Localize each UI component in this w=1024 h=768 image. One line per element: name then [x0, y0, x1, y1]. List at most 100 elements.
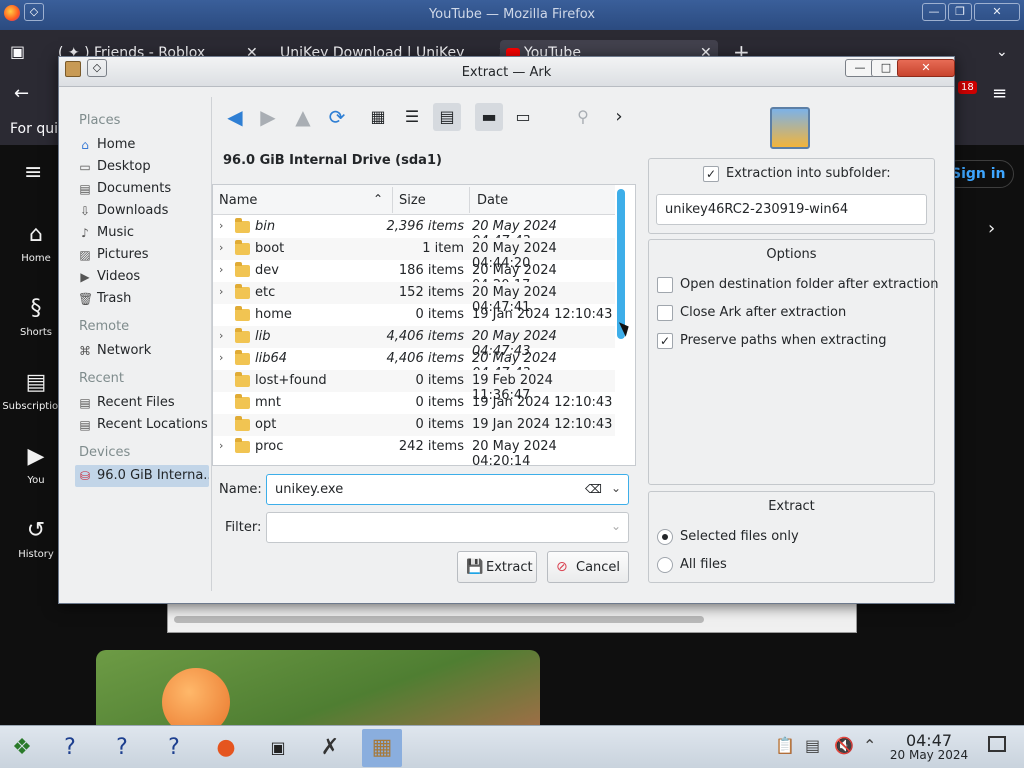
place-network[interactable]: ⌘ Network — [75, 340, 209, 362]
cancel-button[interactable]: ⊘ Cancel — [547, 551, 629, 583]
preview-icon[interactable]: ▬ — [475, 103, 503, 131]
file-row[interactable]: ›bin2,396 items20 May 2024 04:47:43 — [213, 216, 615, 249]
expand-icon[interactable]: › — [219, 241, 223, 254]
file-row[interactable]: mnt 0 items 19 Jan 2024 12:10:43 — [213, 392, 615, 414]
notes-icon[interactable]: ▤ — [805, 736, 820, 755]
place-downloads[interactable]: ⇩ Downloads — [75, 200, 209, 222]
chevron-up-icon[interactable]: ⌃ — [863, 736, 876, 755]
expand-icon[interactable]: › — [219, 219, 223, 232]
filter-input[interactable]: ⌄ — [266, 512, 629, 543]
ark-task-icon[interactable]: ▦ — [362, 729, 402, 767]
place-documents[interactable]: ▤ Documents — [75, 178, 209, 200]
close-ark-checkbox[interactable] — [657, 305, 673, 321]
file-row[interactable]: lost+found 0 items 19 Feb 2024 11:36:47 — [213, 370, 615, 403]
detail-view-icon[interactable]: ▤ — [433, 103, 461, 131]
place-videos[interactable]: ▶ Videos — [75, 266, 209, 288]
firefox-task-icon[interactable]: ● — [206, 729, 246, 767]
expand-icon[interactable]: › — [219, 351, 223, 364]
file-row[interactable]: › proc 242 items 20 May 2024 04:20:14 — [213, 436, 615, 465]
zoom-icon[interactable]: ⚲ — [569, 103, 597, 131]
sort-ascending-icon[interactable]: ⌃ — [373, 192, 383, 206]
ark-archive-icon — [770, 107, 810, 149]
xfce-task-icon[interactable]: ✗ — [310, 729, 350, 767]
place-home[interactable]: ⌂ Home — [75, 134, 209, 156]
help-app-icon[interactable]: ? — [154, 729, 194, 767]
chevron-down-icon[interactable]: ⌄ — [611, 481, 621, 495]
open-destination-checkbox[interactable] — [657, 277, 673, 293]
show-desktop-icon[interactable] — [988, 736, 1006, 752]
maximize-button[interactable]: ❐ — [948, 3, 972, 21]
chevron-right-icon[interactable]: › — [988, 218, 995, 239]
reload-icon[interactable]: ⟳ — [323, 103, 351, 131]
panel-icon[interactable]: ▭ — [509, 103, 537, 131]
back-icon[interactable]: ◀ — [221, 103, 249, 131]
expand-icon[interactable]: › — [219, 439, 223, 452]
chevron-down-icon[interactable]: ⌄ — [996, 44, 1008, 60]
preserve-paths-checkbox[interactable]: ✓ — [657, 333, 673, 349]
videos-icon: ▶ — [80, 270, 90, 284]
chevron-right-icon[interactable]: › — [605, 103, 633, 131]
name-label: Name: — [219, 482, 262, 497]
place-recent-files[interactable]: ▤ Recent Files — [75, 392, 209, 414]
file-row[interactable]: ›lib644,406 items20 May 2024 04:47:43 — [213, 348, 615, 381]
place-desktop[interactable]: ▭ Desktop — [75, 156, 209, 178]
minimize-button[interactable]: — — [922, 3, 946, 21]
menu-icon[interactable]: ≡ — [992, 83, 1007, 104]
file-row[interactable]: › etc 152 items 20 May 2024 04:47:41 — [213, 282, 615, 315]
place-internal-drive-label: 96.0 GiB Interna... — [97, 468, 209, 483]
volume-muted-icon[interactable]: 🔇 — [834, 736, 854, 755]
column-divider[interactable] — [392, 187, 393, 213]
hamburger-menu-icon[interactable]: ≡ — [24, 160, 42, 185]
help-app-icon[interactable]: ? — [102, 729, 142, 767]
expand-icon[interactable]: › — [219, 329, 223, 342]
chevron-down-icon[interactable]: ⌄ — [611, 519, 621, 533]
clock-date[interactable]: 20 May 2024 — [880, 748, 978, 762]
forward-icon[interactable]: ▶ — [254, 103, 282, 131]
clipboard-icon[interactable]: 📋 — [775, 736, 795, 755]
place-internal-drive[interactable]: ⛁ 96.0 GiB Interna... — [75, 465, 209, 487]
drive-icon: ⛁ — [79, 469, 91, 483]
extract-button[interactable]: 💾 Extract — [457, 551, 537, 583]
back-icon[interactable]: ← — [14, 83, 29, 104]
tab-overview-icon[interactable]: ▣ — [10, 42, 25, 61]
place-music[interactable]: ♪ Music — [75, 222, 209, 244]
file-name-input[interactable]: unikey.exe ⌫ ⌄ — [266, 474, 629, 505]
terminal-task-icon[interactable]: ▣ — [258, 729, 298, 767]
file-name: lib — [255, 329, 271, 344]
column-size[interactable]: Size — [399, 193, 426, 208]
place-recent-locations[interactable]: ▤ Recent Locations — [75, 414, 209, 436]
file-name: mnt — [255, 395, 281, 410]
subfolder-input[interactable]: unikey46RC2-230919-win64 — [656, 194, 927, 225]
column-date[interactable]: Date — [477, 193, 508, 208]
close-button[interactable]: ✕ — [974, 3, 1020, 21]
clear-text-icon[interactable]: ⌫ — [585, 482, 602, 496]
extract-mode-title: Extract — [768, 499, 815, 514]
selected-files-only-radio[interactable] — [657, 529, 673, 545]
file-row[interactable]: › lib 4,406 items 20 May 2024 04:47:43 — [213, 326, 615, 359]
file-size: 1 item — [422, 241, 464, 256]
file-row[interactable]: › boot 1 item 20 May 2024 04:44:20 — [213, 238, 615, 271]
icon-view-icon[interactable]: ▦ — [364, 103, 392, 131]
expand-icon[interactable]: › — [219, 263, 223, 276]
place-pictures[interactable]: ▨ Pictures — [75, 244, 209, 266]
start-menu-icon[interactable]: ❖ — [2, 729, 42, 767]
extract-into-subfolder-checkbox[interactable]: ✓ — [703, 166, 719, 182]
place-trash[interactable]: 🗑 Trash — [75, 288, 209, 310]
up-icon[interactable]: ▲ — [289, 103, 317, 131]
filter-label: Filter: — [225, 520, 262, 535]
file-list-scrollbar[interactable] — [617, 189, 625, 339]
file-row[interactable]: home 0 items 19 Jan 2024 12:10:43 — [213, 304, 615, 326]
scrollbar-handle[interactable] — [174, 616, 704, 623]
expand-icon[interactable]: › — [219, 285, 223, 298]
file-row[interactable]: opt 0 items 19 Jan 2024 12:10:43 — [213, 414, 615, 436]
video-thumbnail[interactable] — [96, 650, 540, 725]
remote-section-header: Remote — [79, 319, 130, 334]
file-row[interactable]: ›dev186 items20 May 2024 04:20:17 — [213, 260, 615, 293]
column-divider[interactable] — [469, 187, 470, 213]
compact-view-icon[interactable]: ☰ — [398, 103, 426, 131]
help-app-icon[interactable]: ? — [50, 729, 90, 767]
close-button[interactable]: ✕ — [897, 59, 955, 77]
column-name[interactable]: Name — [219, 193, 257, 208]
file-name: opt — [255, 417, 277, 432]
all-files-radio[interactable] — [657, 557, 673, 573]
